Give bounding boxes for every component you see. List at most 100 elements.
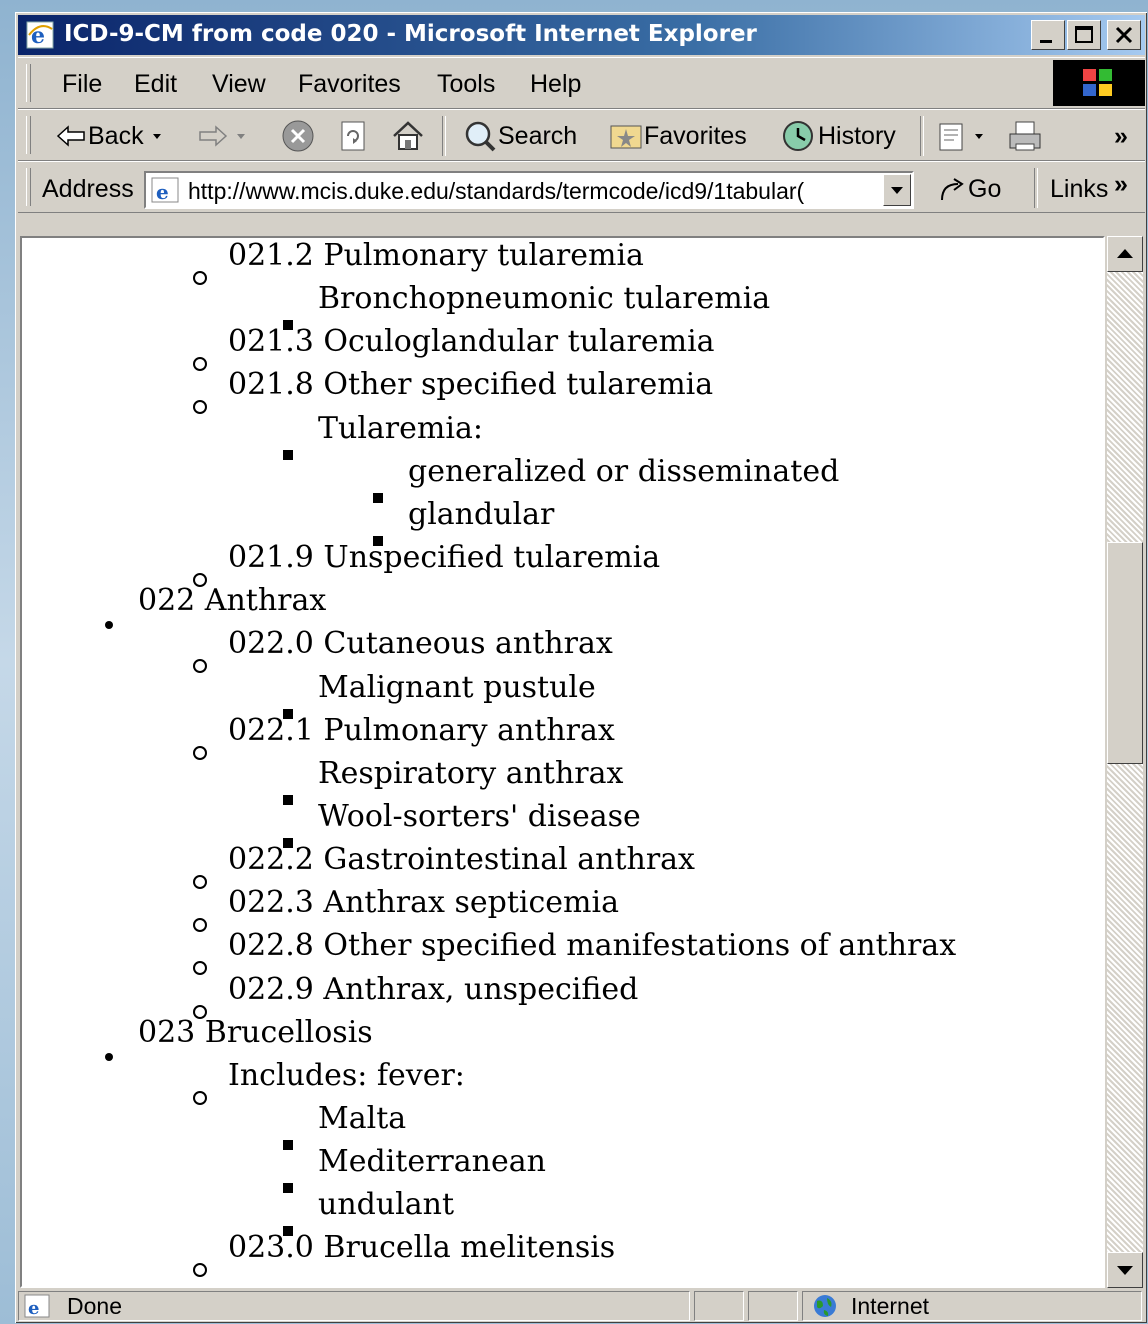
go-arrow-icon [941,178,964,201]
toolbar-separator [920,116,924,156]
menu-bar: File Edit View Favorites Tools Help [18,57,1145,109]
maximize-button[interactable] [1067,20,1101,50]
address-label: Address [42,174,134,203]
outline-item: 022.1 Pulmonary anthrax [228,712,615,748]
page-icon: e [151,177,179,204]
toolbar-chevron-icon[interactable]: » [1114,118,1128,154]
standard-toolbar: Back Search Favorites History » [18,109,1145,161]
outline-item: Malta [318,1101,407,1136]
close-icon [1115,26,1133,44]
menu-edit[interactable]: Edit [134,70,177,99]
home-button[interactable] [390,118,426,154]
minimize-icon [1040,40,1052,43]
outline-item: glandular [408,496,555,532]
arrow-down-icon [1117,1266,1133,1275]
stop-icon [282,120,314,152]
print-button[interactable] [1006,118,1046,154]
svg-text:e: e [28,1298,39,1319]
search-icon [465,121,496,152]
print-icon [1009,121,1041,151]
browser-window: e ICD-9-CM from code 020 - Microsoft Int… [15,12,1147,1323]
circle-bullet-icon [192,259,208,294]
home-icon [393,121,423,150]
outline-item: 021.9 Unspecified tularemia [228,540,661,576]
refresh-icon [341,121,365,151]
outline-item: 022.3 Anthrax septicemia [228,885,619,921]
svg-text:e: e [156,180,169,204]
stop-button[interactable] [280,118,316,154]
square-bullet-icon [282,779,294,814]
address-url[interactable]: http://www.mcis.duke.edu/standards/termc… [188,178,868,205]
outline-item: 021.8 Other specified tularemia [228,367,714,403]
go-button[interactable]: Go [936,171,1001,207]
back-label: Back [88,121,144,150]
mail-icon [939,123,963,151]
close-button[interactable] [1107,20,1141,50]
zone-text: Internet [851,1293,929,1319]
refresh-button[interactable] [336,118,370,154]
outline-item: 022.9 Anthrax, unspecified [228,971,639,1007]
page-content: 021.2 Pulmonary tularemia Bronchopneumoni… [20,236,1105,1288]
history-button[interactable]: History [778,118,896,154]
chevron-down-icon [237,134,245,139]
address-bar: Address e http://www.mcis.duke.edu/stand… [18,161,1145,213]
square-bullet-icon [282,1124,294,1159]
menu-help[interactable]: Help [530,70,581,99]
scroll-down-button[interactable] [1107,1252,1143,1288]
outline-item: Malignant pustule [318,669,596,705]
links-chevron-icon[interactable]: » [1114,166,1128,202]
status-text: Done [67,1293,122,1319]
status-bar: e Done Internet [18,1291,1145,1321]
outline-item: 023 Brucellosis [138,1014,373,1050]
menu-view[interactable]: View [212,70,266,99]
outline-item: Includes: fever: [228,1057,465,1093]
outline-item: Tularemia: [318,410,483,446]
circle-bullet-icon [192,1251,208,1286]
outline-item: Respiratory anthrax [318,755,624,791]
menu-tools[interactable]: Tools [437,70,495,99]
chevron-down-icon[interactable] [972,124,988,148]
circle-bullet-icon [192,1079,208,1114]
circle-bullet-icon [192,734,208,769]
search-button[interactable]: Search [458,118,577,154]
menu-grip[interactable] [26,64,31,102]
favorites-button[interactable]: Favorites [608,118,747,154]
globe-icon [814,1295,836,1317]
maximize-icon [1075,26,1093,43]
menu-favorites[interactable]: Favorites [298,70,401,99]
toolbar-grip[interactable] [26,116,31,154]
circle-bullet-icon [192,906,208,941]
back-arrow-icon [56,125,85,147]
forward-button[interactable] [196,118,252,154]
outline-item: generalized or disseminated [408,453,840,489]
history-label: History [818,121,896,150]
outline-item: 022.8 Other specified manifestations of … [228,928,957,964]
toolbar-separator [442,116,446,156]
chevron-down-icon[interactable] [144,124,170,148]
back-button[interactable]: Back [54,118,170,154]
window-title: ICD-9-CM from code 020 - Microsoft Inter… [64,21,757,47]
menu-file[interactable]: File [62,70,102,99]
status-pane: e Done [18,1291,690,1321]
favorites-icon [610,125,642,149]
scroll-up-button[interactable] [1107,236,1143,272]
title-bar[interactable]: e ICD-9-CM from code 020 - Microsoft Int… [18,15,1145,55]
outline-item: 021.2 Pulmonary tularemia [228,238,644,273]
address-input[interactable]: e http://www.mcis.duke.edu/standards/ter… [144,171,914,209]
vertical-scrollbar[interactable] [1107,236,1143,1288]
go-label: Go [968,174,1002,203]
square-bullet-icon [372,477,384,512]
windows-logo [1053,60,1145,106]
disc-bullet-icon [102,605,116,640]
minimize-button[interactable] [1031,20,1065,50]
mail-button[interactable] [936,118,988,154]
links-button[interactable]: Links [1050,171,1108,207]
page-icon: e [24,1294,50,1319]
address-dropdown-button[interactable] [883,174,911,206]
chevron-down-icon [891,187,903,194]
scroll-thumb[interactable] [1107,542,1143,764]
outline-item: Bronchopneumonic tularemia [318,281,771,317]
outline-item: Mediterranean [318,1144,546,1180]
outline-item: 022.0 Cutaneous anthrax [228,626,613,662]
address-grip[interactable] [26,168,31,206]
